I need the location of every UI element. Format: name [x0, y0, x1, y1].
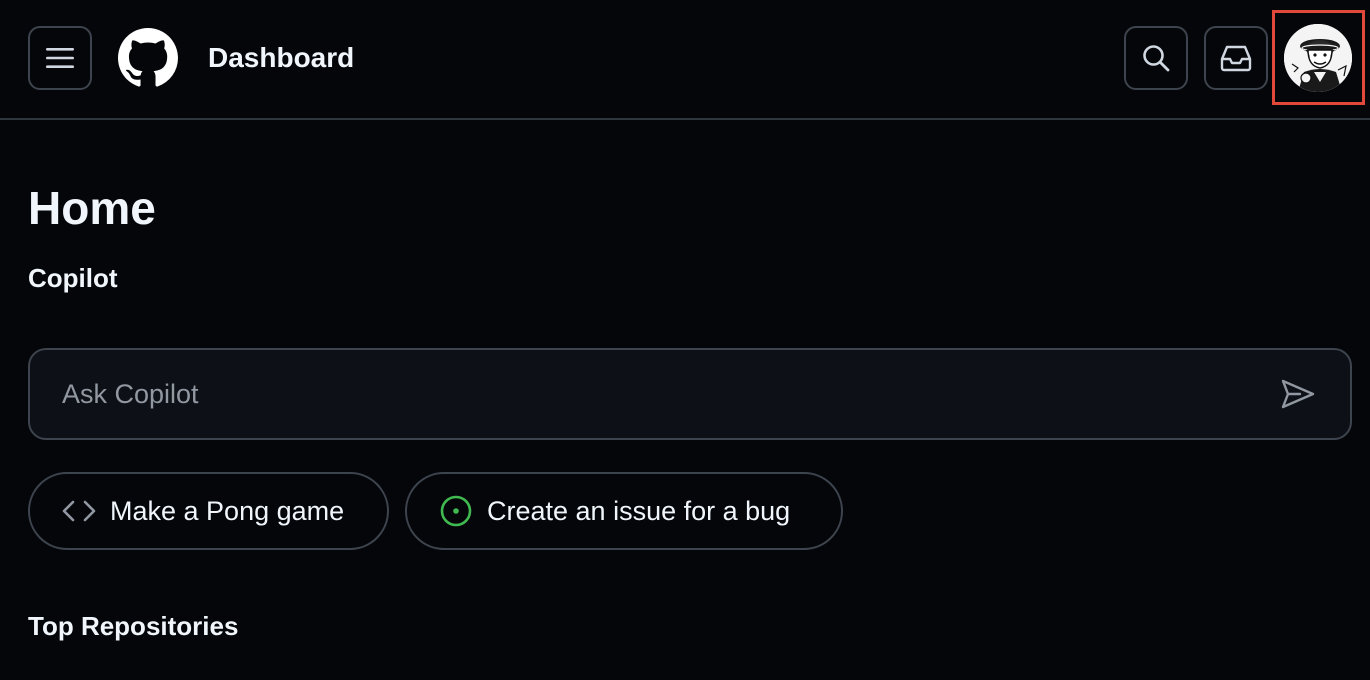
page-header-title[interactable]: Dashboard: [208, 40, 354, 76]
github-logo-icon[interactable]: [118, 28, 178, 88]
top-bar: Dashboard: [0, 0, 1370, 120]
hamburger-menu-icon: [46, 48, 74, 68]
inbox-icon: [1220, 45, 1252, 72]
menu-button[interactable]: [28, 26, 92, 90]
send-icon: [1281, 379, 1315, 409]
search-icon: [1143, 45, 1170, 72]
copilot-section-label: Copilot: [28, 263, 118, 293]
inbox-button[interactable]: [1204, 26, 1268, 90]
ask-copilot-input[interactable]: [62, 372, 1262, 416]
page-title: Home: [28, 182, 156, 234]
suggestion-chip-issue[interactable]: Create an issue for a bug: [405, 472, 843, 550]
avatar-highlight-box: [1272, 10, 1365, 105]
code-icon: [62, 494, 96, 528]
suggestion-chip-pong[interactable]: Make a Pong game: [28, 472, 389, 550]
search-button[interactable]: [1124, 26, 1188, 90]
ask-copilot-box[interactable]: [28, 348, 1352, 440]
suggestion-chip-label: Make a Pong game: [110, 496, 345, 526]
suggestion-chip-label: Create an issue for a bug: [487, 496, 791, 526]
send-button[interactable]: [1276, 374, 1320, 414]
top-repositories-label: Top Repositories: [28, 611, 239, 641]
issue-opened-icon: [439, 494, 473, 528]
